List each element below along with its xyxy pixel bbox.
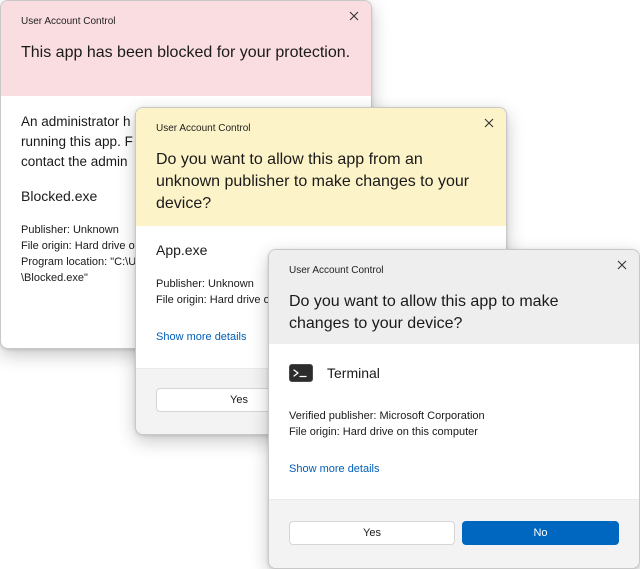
terminal-prompt-glyph xyxy=(293,369,307,378)
dialog-title: Do you want to allow this app to make ch… xyxy=(289,293,559,332)
close-button[interactable] xyxy=(480,114,498,132)
app-row: Terminal xyxy=(289,364,380,382)
terminal-icon xyxy=(289,364,313,382)
verified-publisher-uac-dialog: User Account Control Do you want to allo… xyxy=(268,249,640,569)
app-name: Terminal xyxy=(327,365,380,381)
show-more-details-link[interactable]: Show more details xyxy=(156,331,247,343)
show-more-details-link[interactable]: Show more details xyxy=(289,463,380,475)
dialog-caption: User Account Control xyxy=(21,16,116,27)
app-details: Verified publisher: Microsoft Corporatio… xyxy=(289,408,485,440)
description-line: running this app. F xyxy=(21,134,133,149)
dialog-caption: User Account Control xyxy=(289,265,384,276)
verified-dialog-header: User Account Control Do you want to allo… xyxy=(269,250,639,344)
program-location-text: \Blocked.exe" xyxy=(21,272,88,284)
dialog-caption: User Account Control xyxy=(156,123,251,134)
app-details: Publisher: Unknown File origin: Hard dri… xyxy=(21,222,136,286)
close-icon xyxy=(617,260,627,270)
program-location-text: Program location: "C:\U xyxy=(21,256,137,268)
dialog-title: Do you want to allow this app from an un… xyxy=(156,151,470,212)
file-origin-text: File origin: Hard drive o xyxy=(156,294,270,306)
dialog-title: This app has been blocked for your prote… xyxy=(21,44,351,61)
publisher-text: Publisher: Unknown xyxy=(21,224,119,236)
blocked-description: An administrator h running this app. F c… xyxy=(21,112,133,172)
close-button[interactable] xyxy=(613,256,631,274)
no-button[interactable]: No xyxy=(462,521,619,545)
publisher-text: Publisher: Unknown xyxy=(156,278,254,290)
file-origin-text: File origin: Hard drive o xyxy=(21,240,135,252)
app-name: Blocked.exe xyxy=(21,188,98,204)
screen: User Account Control This app has been b… xyxy=(0,0,640,569)
blocked-dialog-header: User Account Control This app has been b… xyxy=(1,1,371,96)
description-line: An administrator h xyxy=(21,114,131,129)
verified-dialog-body: Terminal Verified publisher: Microsoft C… xyxy=(269,344,639,568)
app-name: App.exe xyxy=(156,242,208,258)
close-icon xyxy=(349,11,359,21)
close-icon xyxy=(484,118,494,128)
unknown-dialog-header: User Account Control Do you want to allo… xyxy=(136,108,506,226)
file-origin-text: File origin: Hard drive on this computer xyxy=(289,426,478,438)
yes-button[interactable]: Yes xyxy=(289,521,455,545)
close-button[interactable] xyxy=(345,7,363,25)
dialog-footer: Yes No xyxy=(269,499,639,568)
app-details: Publisher: Unknown File origin: Hard dri… xyxy=(156,276,270,308)
publisher-text: Verified publisher: Microsoft Corporatio… xyxy=(289,410,485,422)
description-line: contact the admin xyxy=(21,154,128,169)
